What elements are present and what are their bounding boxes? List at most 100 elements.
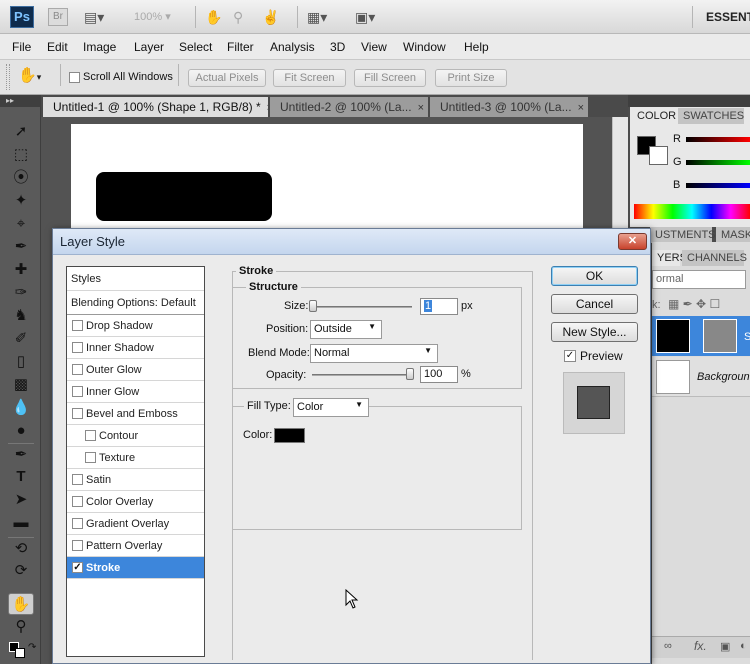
dialog-close-button[interactable]: ✕	[618, 233, 647, 250]
clone-stamp-tool-icon[interactable]: ♞	[8, 305, 34, 327]
close-tab-icon[interactable]: ×	[578, 102, 584, 114]
crop-tool-icon[interactable]: ⌖	[8, 213, 34, 235]
fill-type-select[interactable]: Color ▼	[293, 398, 369, 417]
swap-colors-icon[interactable]: ↷	[28, 642, 36, 653]
style-item-stroke[interactable]: ✓ Stroke	[67, 557, 204, 579]
blue-slider[interactable]	[686, 183, 750, 188]
tab-masks[interactable]: MASK	[716, 227, 750, 243]
tab-adjustments[interactable]: USTMENTS	[650, 227, 716, 243]
link-layers-icon[interactable]: ∞	[664, 640, 672, 652]
style-checkbox-checked[interactable]: ✓	[72, 562, 83, 573]
lasso-tool-icon[interactable]: ⦿	[8, 167, 34, 189]
menu-help[interactable]: Help	[464, 40, 489, 54]
size-slider-thumb[interactable]	[309, 300, 317, 312]
style-item-contour[interactable]: Contour	[67, 425, 204, 447]
color-spectrum-bar[interactable]	[634, 204, 750, 219]
shape-tool-icon[interactable]: ▬	[8, 512, 34, 534]
tab-layers[interactable]: YERS	[652, 250, 687, 266]
style-item-gradient-overlay[interactable]: Gradient Overlay	[67, 513, 204, 535]
style-item-color-overlay[interactable]: Color Overlay	[67, 491, 204, 513]
close-tab-icon[interactable]: ×	[418, 102, 424, 114]
layer-blend-mode-select[interactable]: ormal	[652, 270, 746, 289]
style-checkbox[interactable]	[85, 452, 96, 463]
close-tab-icon[interactable]: ×	[267, 102, 268, 114]
dodge-tool-icon[interactable]: ●	[8, 420, 34, 442]
marquee-tool-icon[interactable]: ⬚	[8, 144, 34, 166]
menu-analysis[interactable]: Analysis	[270, 40, 315, 54]
style-item-pattern-overlay[interactable]: Pattern Overlay	[67, 535, 204, 557]
style-item-texture[interactable]: Texture	[67, 447, 204, 469]
zoom-tool-icon[interactable]: ⚲	[8, 616, 34, 638]
bridge-launch-button[interactable]: Br	[48, 8, 68, 26]
tools-panel-header[interactable]: ▸▸	[0, 95, 41, 107]
size-slider-track[interactable]	[312, 306, 412, 308]
vertical-scrollbar[interactable]	[612, 117, 628, 237]
vector-mask-thumbnail[interactable]	[703, 319, 737, 353]
style-item-inner-shadow[interactable]: Inner Shadow	[67, 337, 204, 359]
move-tool-icon[interactable]: ➚	[8, 121, 34, 143]
ok-button[interactable]: OK	[551, 266, 638, 286]
menu-filter[interactable]: Filter	[227, 40, 254, 54]
style-item-outer-glow[interactable]: Outer Glow	[67, 359, 204, 381]
path-selection-tool-icon[interactable]: ➤	[8, 489, 34, 511]
menu-select[interactable]: Select	[179, 40, 212, 54]
style-checkbox[interactable]	[72, 320, 83, 331]
tab-channels[interactable]: CHANNELS	[682, 250, 747, 266]
3d-rotate-tool-icon[interactable]: ⟲	[8, 537, 34, 559]
pen-tool-icon[interactable]: ✒	[8, 443, 34, 465]
fit-screen-button[interactable]: Fit Screen	[273, 69, 346, 87]
menu-view[interactable]: View	[361, 40, 387, 54]
tab-untitled-2[interactable]: Untitled-2 @ 100% (La... ×	[270, 97, 428, 117]
menu-file[interactable]: File	[12, 40, 31, 54]
add-layer-style-icon[interactable]: fx.	[694, 639, 707, 653]
healing-brush-tool-icon[interactable]: ✚	[8, 259, 34, 281]
style-checkbox[interactable]	[72, 364, 83, 375]
menu-layer[interactable]: Layer	[134, 40, 164, 54]
print-size-button[interactable]: Print Size	[435, 69, 507, 87]
stroke-color-swatch[interactable]	[274, 428, 305, 443]
tab-swatches[interactable]: SWATCHES	[678, 108, 744, 124]
new-style-button[interactable]: New Style...	[551, 322, 638, 342]
3d-orbit-tool-icon[interactable]: ⟳	[8, 560, 34, 582]
eraser-tool-icon[interactable]: ▯	[8, 351, 34, 373]
workspace-switcher[interactable]: ESSENTI	[706, 10, 750, 24]
style-checkbox[interactable]	[72, 518, 83, 529]
hand-tool-preset-icon[interactable]: ✋▾	[18, 66, 41, 84]
actual-pixels-button[interactable]: Actual Pixels	[188, 69, 266, 87]
scroll-all-windows-checkbox[interactable]	[69, 72, 80, 83]
eyedropper-tool-icon[interactable]: ✒	[8, 236, 34, 258]
tab-color[interactable]: COLOR	[632, 108, 677, 124]
tab-untitled-3[interactable]: Untitled-3 @ 100% (La... ×	[430, 97, 588, 117]
add-mask-icon[interactable]: ▣	[720, 640, 730, 653]
panel-dock-header[interactable]	[628, 95, 750, 107]
zoom-icon[interactable]: ⚲	[233, 8, 243, 26]
fill-screen-button[interactable]: Fill Screen	[354, 69, 426, 87]
menu-image[interactable]: Image	[83, 40, 116, 54]
menu-3d[interactable]: 3D	[330, 40, 345, 54]
rotate-view-icon[interactable]: ✌	[262, 8, 279, 26]
screen-mode-icon[interactable]: ▣▾	[355, 8, 375, 26]
styles-header[interactable]: Styles	[67, 267, 204, 291]
film-strip-icon[interactable]: ▤▾	[84, 8, 104, 26]
background-thumbnail[interactable]	[656, 360, 690, 394]
layer-fill-thumbnail[interactable]	[656, 319, 690, 353]
tab-untitled-1[interactable]: Untitled-1 @ 100% (Shape 1, RGB/8) * ×	[43, 97, 268, 117]
brush-tool-icon[interactable]: ✑	[8, 282, 34, 304]
gradient-tool-icon[interactable]: ▩	[8, 374, 34, 396]
zoom-level-field[interactable]: 100% ▾	[134, 8, 171, 26]
green-slider[interactable]	[686, 160, 750, 165]
style-checkbox[interactable]	[72, 540, 83, 551]
size-input[interactable]: 1	[420, 298, 458, 315]
dialog-title-bar[interactable]	[53, 229, 650, 255]
cancel-button[interactable]: Cancel	[551, 294, 638, 314]
opacity-input[interactable]: 100	[420, 366, 458, 383]
hand-tool-icon[interactable]: ✋	[8, 593, 34, 615]
blend-mode-select[interactable]: Normal ▼	[310, 344, 438, 363]
rounded-rectangle-shape[interactable]	[96, 172, 272, 221]
quick-selection-tool-icon[interactable]: ✦	[8, 190, 34, 212]
hand-icon[interactable]: ✋	[205, 8, 222, 26]
style-checkbox[interactable]	[72, 496, 83, 507]
lock-icons[interactable]: ▦ ✒ ✥ ☐	[668, 297, 720, 311]
style-checkbox[interactable]	[72, 386, 83, 397]
history-brush-tool-icon[interactable]: ✐	[8, 328, 34, 350]
